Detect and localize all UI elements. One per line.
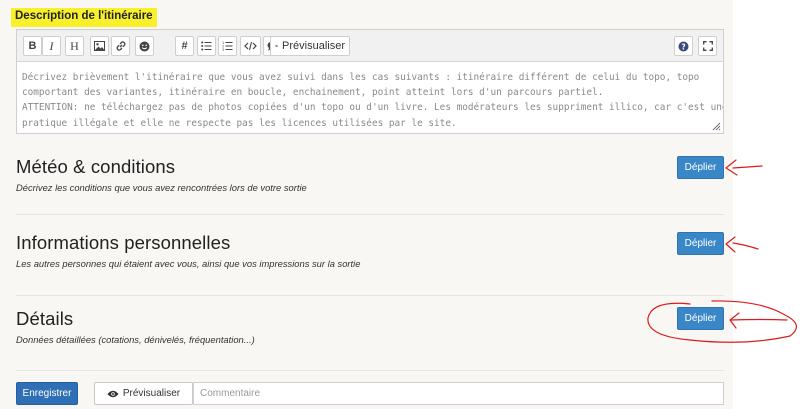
placeholder-line: ATTENTION: ne téléchargez pas de photos …	[22, 102, 723, 114]
section-divider	[16, 370, 724, 371]
bullet-list-icon[interactable]	[197, 36, 216, 56]
section-divider	[16, 214, 724, 215]
preview-label: Prévisualiser	[122, 388, 181, 399]
save-button[interactable]: Enregistrer	[16, 382, 78, 405]
editor-preview-button[interactable]: Prévisualiser	[270, 36, 350, 56]
numbered-list-icon[interactable]: 123	[218, 36, 237, 56]
link-icon[interactable]	[111, 36, 130, 56]
hashtag-icon[interactable]: #	[175, 36, 194, 56]
annotation-arrow	[730, 318, 788, 321]
annotation-arrow	[732, 242, 759, 250]
section-subtitle: Les autres personnes qui étaient avec vo…	[16, 258, 361, 269]
placeholder-line: Décrivez brièvement l'itinéraire que vou…	[22, 72, 700, 83]
preview-button[interactable]: Prévisualiser	[94, 382, 193, 405]
section-title: Détails	[16, 308, 74, 329]
image-icon[interactable]	[90, 36, 109, 56]
svg-text:?: ?	[681, 42, 685, 51]
help-icon[interactable]: ?	[674, 36, 693, 56]
form-footer: Enregistrer Prévisualiser	[16, 382, 724, 405]
resize-handle-icon[interactable]	[712, 122, 721, 131]
fullscreen-icon[interactable]	[698, 36, 717, 56]
placeholder-line: comportant des variantes, itinéraire en …	[22, 87, 604, 99]
code-icon[interactable]	[240, 36, 261, 56]
section-infos: Informations personnelles Les autres per…	[16, 232, 724, 272]
italic-icon[interactable]: I	[42, 36, 61, 56]
expand-button[interactable]: Déplier	[677, 156, 724, 179]
description-editor[interactable]: B I H # 123 Prévisualiser ? Décrivez bri…	[16, 29, 724, 134]
svg-text:3: 3	[222, 48, 224, 51]
eye-icon	[107, 390, 119, 397]
heading-icon[interactable]: H	[65, 36, 84, 56]
section-title: Météo & conditions	[16, 156, 176, 177]
section-subtitle: Décrivez les conditions que vous avez re…	[16, 182, 307, 193]
comment-input[interactable]	[193, 382, 724, 405]
placeholder-line: pratique illégale et elle ne respecte pa…	[22, 117, 457, 129]
form-panel: Description de l'itinéraire B I H # 123	[0, 0, 733, 409]
description-textarea[interactable]: Décrivez brièvement l'itinéraire que vou…	[17, 62, 723, 131]
editor-toolbar: B I H # 123 Prévisualiser ?	[17, 30, 723, 62]
emoji-icon[interactable]	[135, 36, 154, 56]
expand-button[interactable]: Déplier	[677, 232, 724, 255]
section-subtitle: Données détaillées (cotations, dénivelés…	[16, 334, 255, 345]
section-meteo: Météo & conditions Décrivez les conditio…	[16, 156, 724, 196]
editor-preview-label: Prévisualiser	[282, 40, 345, 52]
annotation-arrow	[732, 165, 763, 169]
expand-button[interactable]: Déplier	[677, 307, 724, 330]
section-title: Informations personnelles	[16, 232, 231, 253]
section-details: Détails Données détaillées (cotations, d…	[16, 307, 724, 348]
bold-icon[interactable]: B	[23, 36, 42, 56]
section-divider	[16, 295, 724, 296]
description-label: Description de l'itinéraire	[11, 8, 157, 27]
eye-icon	[275, 45, 278, 47]
